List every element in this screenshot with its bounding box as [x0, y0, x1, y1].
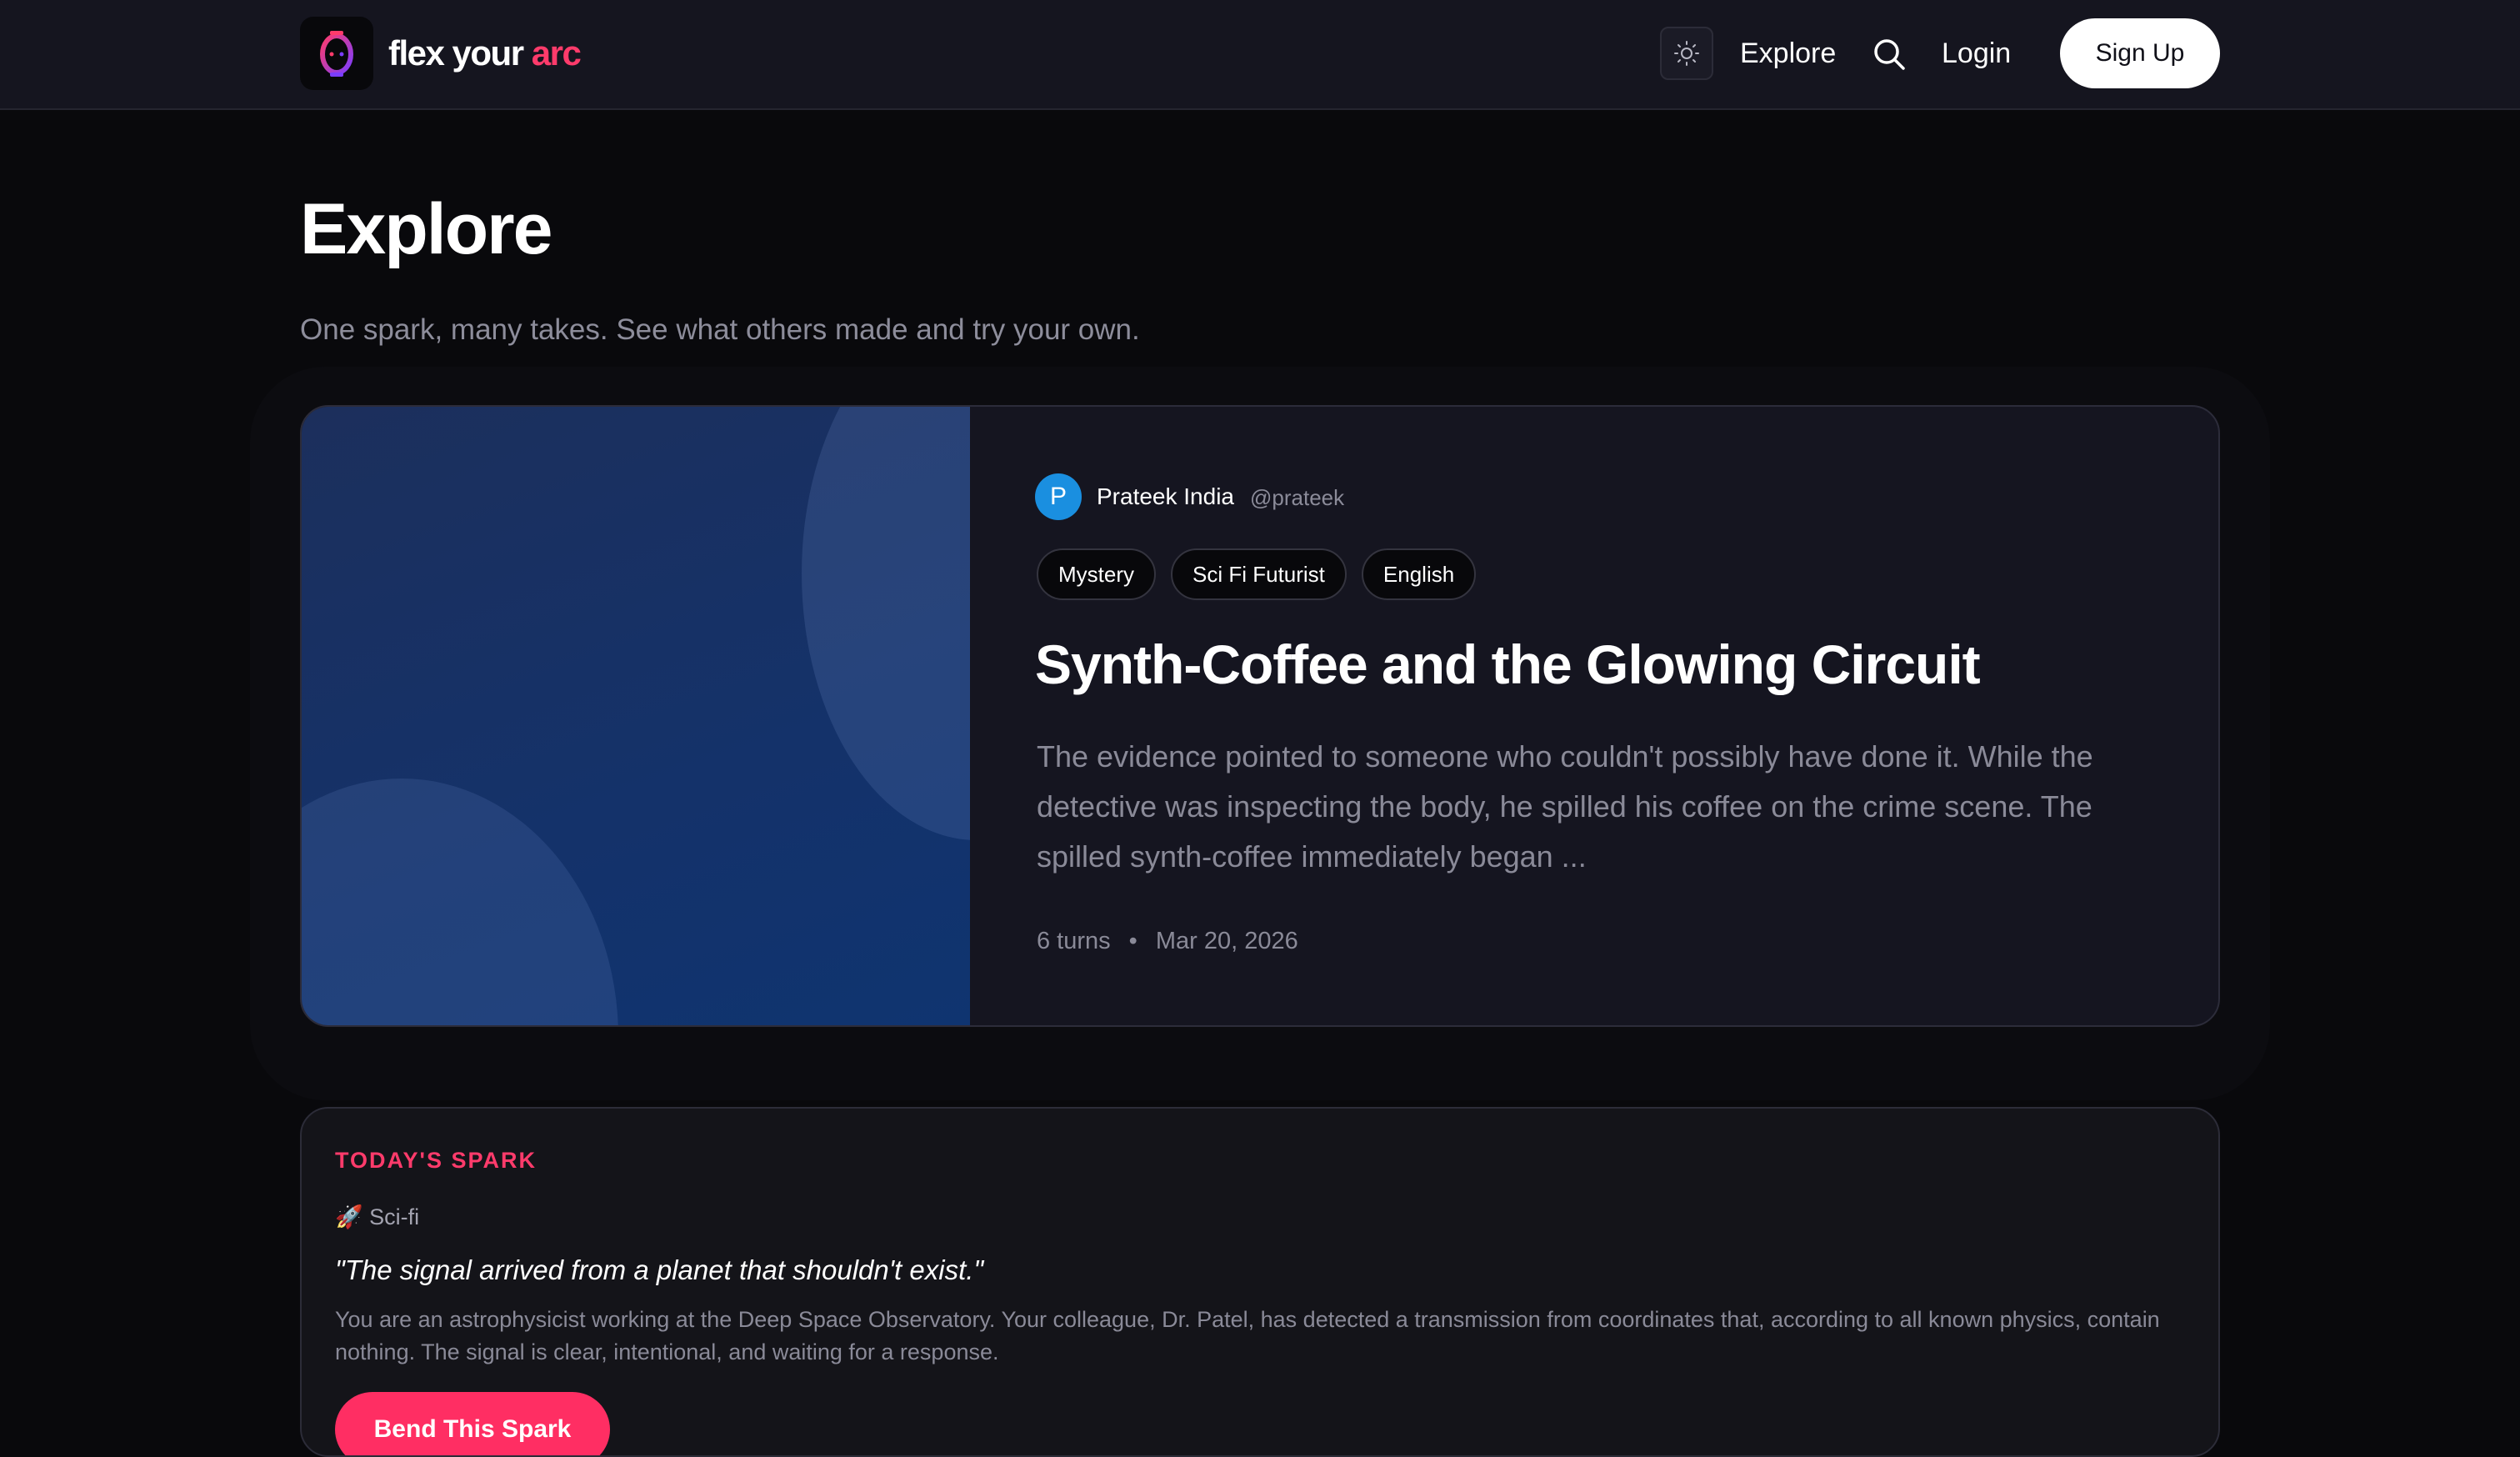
login-link[interactable]: Login: [1942, 32, 2011, 75]
page-subtitle: One spark, many takes. See what others m…: [300, 313, 1140, 346]
brand-name[interactable]: flex your arc: [388, 28, 582, 78]
search-icon[interactable]: [1872, 37, 1907, 72]
signup-button[interactable]: Sign Up: [2060, 18, 2220, 88]
story-meta: 6 turns • Mar 20, 2026: [1037, 922, 1298, 960]
brand-text: flex your: [388, 33, 524, 73]
tag-mystery[interactable]: Mystery: [1037, 548, 1156, 600]
tag-sci-fi-futurist[interactable]: Sci Fi Futurist: [1171, 548, 1347, 600]
author-handle: @prateek: [1250, 485, 1345, 510]
theme-toggle-button[interactable]: [1660, 27, 1713, 80]
brand-accent-text: arc: [531, 33, 582, 73]
sun-icon: [1674, 41, 1699, 66]
story-cover-image: [302, 407, 970, 1025]
author-avatar[interactable]: P: [1035, 473, 1082, 520]
meta-separator: •: [1128, 928, 1138, 954]
logo-icon[interactable]: [300, 17, 373, 90]
author-name[interactable]: Prateek India: [1097, 477, 1234, 517]
nav-explore-link[interactable]: Explore: [1740, 32, 1836, 75]
spark-genre: 🚀 Sci-fi: [335, 1204, 420, 1229]
tag-english[interactable]: English: [1361, 548, 1477, 600]
story-tags: Mystery Sci Fi Futurist English: [1037, 548, 1477, 600]
top-navbar: flex your arc Explore Login Sign Up: [0, 0, 2520, 110]
page-title: Explore: [300, 189, 552, 269]
spark-label: TODAY'S SPARK: [335, 1148, 537, 1173]
story-excerpt: The evidence pointed to someone who coul…: [1037, 739, 2093, 874]
story-title[interactable]: Synth-Coffee and the Glowing Circuit: [1035, 627, 1981, 702]
cover-decoration: [802, 407, 970, 840]
todays-spark-card: TODAY'S SPARK 🚀 Sci-fi "The signal arriv…: [300, 1107, 2220, 1457]
featured-story-card[interactable]: P Prateek India @prateek Mystery Sci Fi …: [300, 405, 2220, 1027]
spark-quote: "The signal arrived from a planet that s…: [335, 1254, 984, 1285]
spark-description: You are an astrophysicist working at the…: [335, 1307, 2160, 1364]
story-date: Mar 20, 2026: [1155, 928, 1298, 954]
bend-spark-button[interactable]: Bend This Spark: [335, 1392, 610, 1455]
story-turns: 6 turns: [1037, 928, 1111, 954]
cover-decoration: [302, 779, 618, 1025]
